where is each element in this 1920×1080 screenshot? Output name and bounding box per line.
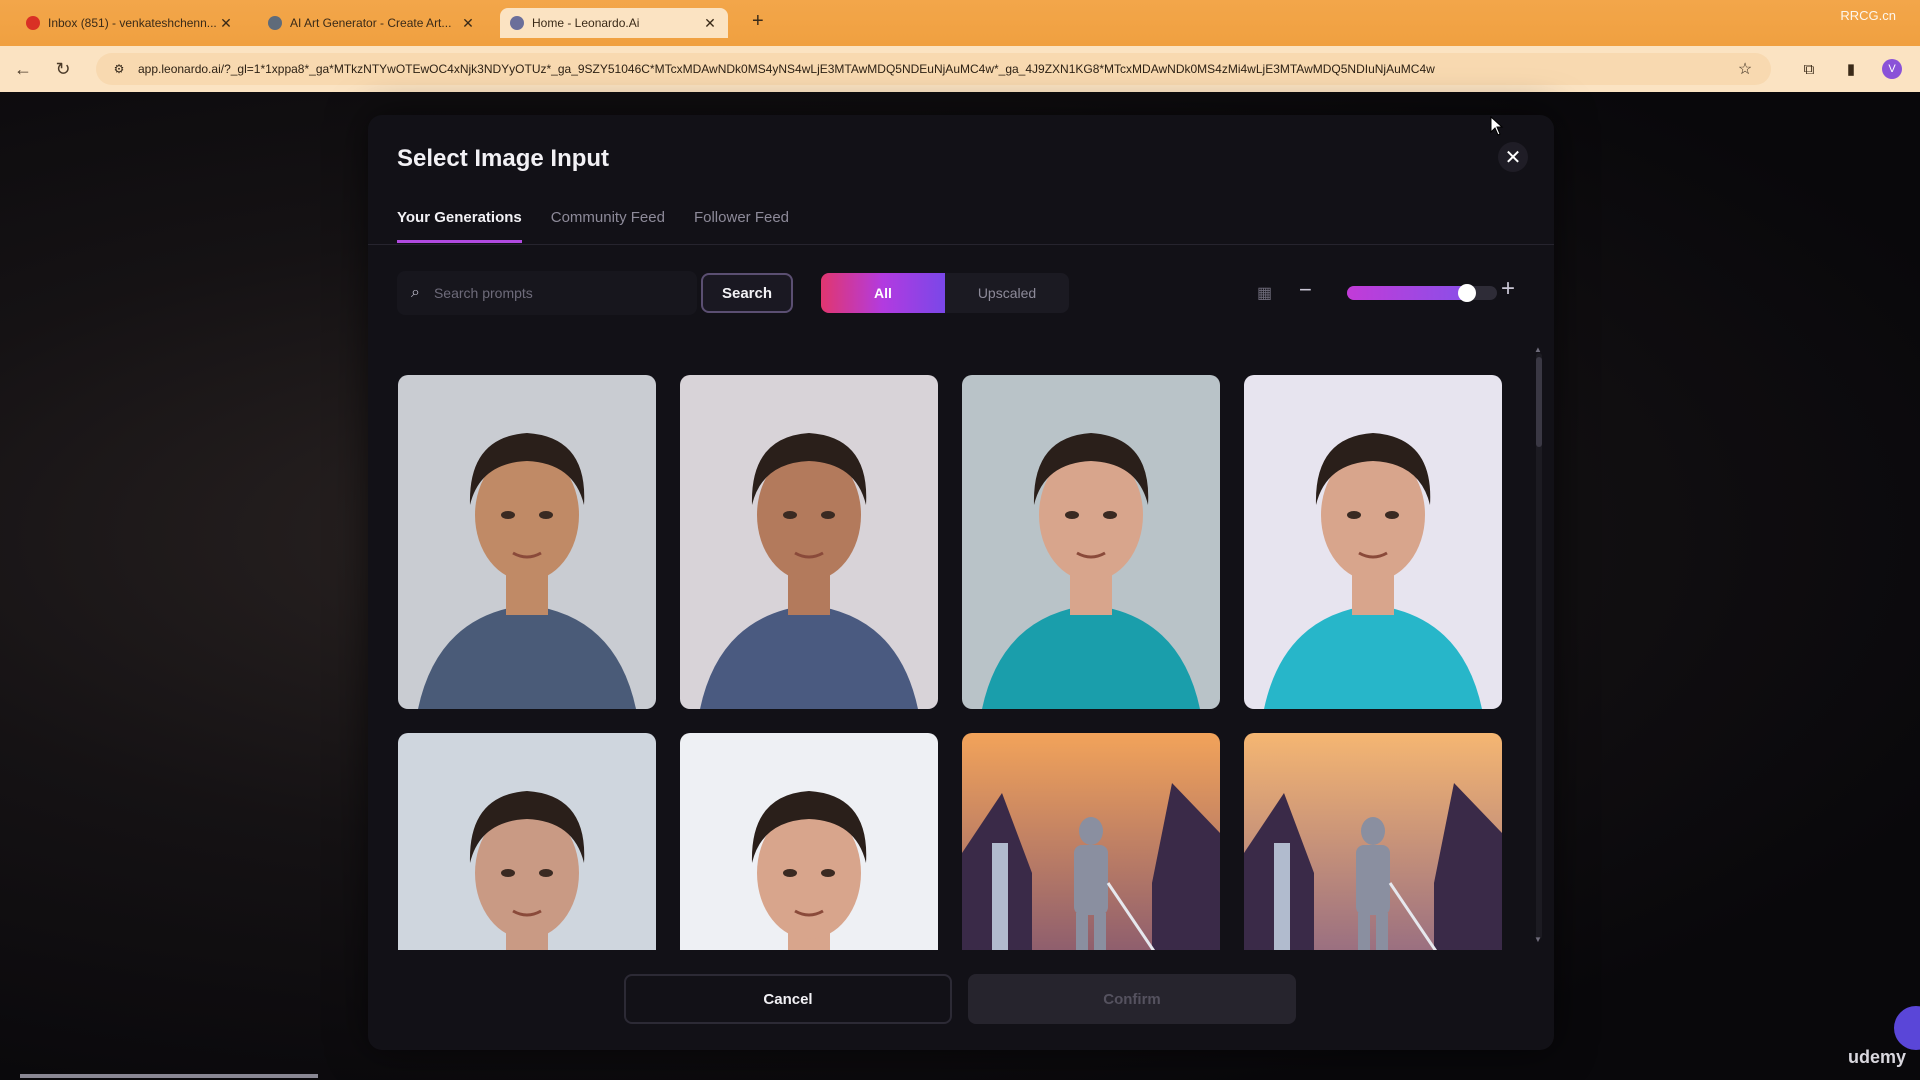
address-bar-row: ← ↻ ⚙ app.leonardo.ai/?_gl=1*1xppa8*_ga*…: [0, 46, 1920, 92]
close-tab-icon[interactable]: ✕: [702, 15, 718, 32]
browser-tab-ai-art[interactable]: AI Art Generator - Create Art... ✕: [258, 8, 486, 38]
tabs-divider: [368, 244, 1554, 245]
browser-tab-gmail[interactable]: Inbox (851) - venkateshchenn... ✕: [16, 8, 244, 38]
thumbnail-art: [962, 733, 1220, 950]
bookmark-star-icon[interactable]: ☆: [1733, 59, 1757, 79]
search-icon: ⌕: [411, 284, 420, 301]
site-info-icon[interactable]: ⚙: [110, 62, 128, 76]
tab-title: AI Art Generator - Create Art...: [290, 16, 452, 30]
gallery-image[interactable]: [962, 375, 1220, 709]
profile-avatar[interactable]: V: [1882, 59, 1902, 79]
tab-title: Home - Leonardo.Ai: [532, 16, 640, 30]
image-gallery: [398, 375, 1508, 950]
tab-your-generations[interactable]: Your Generations: [397, 209, 522, 243]
scroll-up-icon[interactable]: ▲: [1534, 345, 1542, 354]
gmail-favicon-icon: [26, 16, 40, 30]
search-button[interactable]: Search: [701, 273, 793, 313]
grid-layout-icon[interactable]: ▦: [1257, 283, 1275, 302]
cancel-button[interactable]: Cancel: [624, 974, 952, 1024]
udemy-logo: udemy: [1847, 1047, 1906, 1067]
thumbnail-art: [398, 733, 656, 950]
close-tab-icon[interactable]: ✕: [460, 15, 476, 32]
gallery-image[interactable]: [680, 375, 938, 709]
side-panel-icon[interactable]: ▮: [1840, 58, 1862, 80]
slider-fill: [1347, 286, 1467, 300]
thumbnail-art: [1244, 375, 1502, 709]
thumbnail-art: [398, 375, 656, 709]
globe-favicon-icon: [268, 16, 282, 30]
gallery-toolbar: ⌕ Search All Upscaled ▦ − +: [397, 271, 1525, 315]
search-box: ⌕: [397, 271, 697, 315]
close-icon: ✕: [1504, 146, 1522, 169]
url-field[interactable]: ⚙ app.leonardo.ai/?_gl=1*1xppa8*_ga*MTkz…: [96, 53, 1771, 85]
mouse-cursor-icon: [1490, 116, 1504, 136]
corner-watermark: RRCG.cn: [1840, 8, 1896, 23]
zoom-in-button[interactable]: +: [1501, 275, 1515, 303]
gallery-image[interactable]: [962, 733, 1220, 950]
leonardo-favicon-icon: [510, 16, 524, 30]
filter-toggle: All Upscaled: [821, 273, 1069, 313]
new-tab-button[interactable]: +: [752, 10, 764, 33]
source-tabs: Your Generations Community Feed Follower…: [397, 209, 789, 243]
gallery-image[interactable]: [1244, 733, 1502, 950]
search-input[interactable]: [431, 284, 656, 302]
browser-tab-bar: Inbox (851) - venkateshchenn... ✕ AI Art…: [0, 0, 1920, 46]
zoom-out-button[interactable]: −: [1299, 277, 1312, 303]
close-tab-icon[interactable]: ✕: [218, 15, 234, 32]
url-text: app.leonardo.ai/?_gl=1*1xppa8*_ga*MTkzNT…: [138, 62, 1435, 76]
scroll-down-icon[interactable]: ▼: [1534, 935, 1542, 944]
close-modal-button[interactable]: ✕: [1498, 142, 1528, 172]
gallery-image[interactable]: [398, 375, 656, 709]
thumbnail-art: [680, 375, 938, 709]
gallery-image[interactable]: [1244, 375, 1502, 709]
extensions-icon[interactable]: ⧉: [1798, 58, 1820, 80]
video-progress-bar: [20, 1074, 318, 1078]
scrollbar-thumb[interactable]: [1536, 357, 1542, 447]
gallery-image[interactable]: [680, 733, 938, 950]
filter-all-button[interactable]: All: [821, 273, 945, 313]
back-arrow-icon[interactable]: ←: [8, 54, 38, 84]
tab-title: Inbox (851) - venkateshchenn...: [48, 16, 217, 30]
tab-follower-feed[interactable]: Follower Feed: [694, 209, 789, 243]
confirm-button[interactable]: Confirm: [968, 974, 1296, 1024]
thumbnail-art: [1244, 733, 1502, 950]
thumbnail-art: [962, 375, 1220, 709]
gallery-image[interactable]: [398, 733, 656, 950]
thumbnail-art: [680, 733, 938, 950]
slider-handle[interactable]: [1458, 284, 1476, 302]
select-image-input-modal: Select Image Input ✕ Your Generations Co…: [368, 115, 1554, 1050]
thumbnail-size-slider[interactable]: [1347, 284, 1497, 302]
reload-icon[interactable]: ↻: [48, 54, 78, 84]
gallery-scrollbar[interactable]: ▲ ▼: [1532, 345, 1546, 947]
filter-upscaled-button[interactable]: Upscaled: [945, 273, 1069, 313]
tab-community-feed[interactable]: Community Feed: [551, 209, 665, 243]
browser-tab-leonardo[interactable]: Home - Leonardo.Ai ✕: [500, 8, 728, 38]
modal-title: Select Image Input: [397, 145, 610, 172]
